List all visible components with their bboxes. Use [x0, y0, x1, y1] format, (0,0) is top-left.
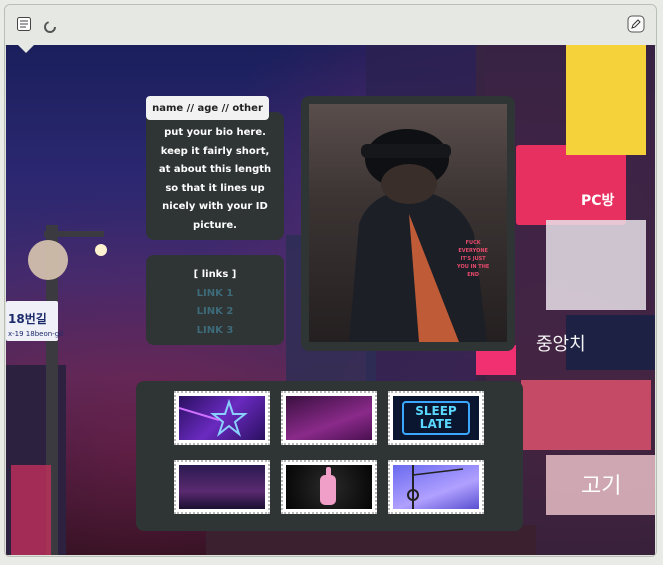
street-sign-main: 18번길 [8, 311, 47, 326]
link-3[interactable]: LINK 3 [146, 322, 284, 341]
shirt-print-line: FUCK [465, 240, 481, 246]
street-sign-sub: x-19 18beon-gil [8, 330, 63, 338]
bio-line: so that it lines up [165, 182, 265, 194]
sign-gogi: 고기 [581, 474, 621, 499]
sleep-late-sign: SLEEP LATE [402, 401, 470, 435]
profile-frame: PC방 중앙치 고기 18번길 x-19 18beon-gil name // … [4, 4, 657, 557]
gallery-stamp-3[interactable]: SLEEP LATE [388, 391, 484, 445]
gallery-stamp-2[interactable] [281, 391, 377, 445]
gallery-stamp-4[interactable] [174, 460, 270, 514]
shirt-print: FUCK EVERYONE IT'S JUST YOU IN THE END [457, 239, 489, 279]
link-2[interactable]: LINK 2 [146, 303, 284, 322]
sign-pc-bang: PC방 [581, 192, 615, 209]
bio-line: nicely with your ID [162, 201, 268, 212]
links-panel: [ links ] LINK 1 LINK 2 LINK 3 [146, 255, 284, 345]
name-tab: name // age // other [146, 96, 269, 120]
gallery-stamp-5[interactable] [281, 460, 377, 514]
bio-line: picture. [193, 219, 237, 231]
toolbar-caret [18, 45, 34, 53]
bio-line: put your bio here. [164, 127, 266, 138]
id-picture-panel: FUCK EVERYONE IT'S JUST YOU IN THE END [301, 96, 515, 351]
shirt-print-line: IT'S JUST [460, 256, 486, 262]
loading-spinner-icon [41, 18, 59, 36]
shirt-print-line: YOU IN THE [457, 264, 490, 270]
links-header: [ links ] [193, 269, 237, 280]
gallery-stamp-6[interactable] [388, 460, 484, 514]
gallery-panel: SLEEP LATE [136, 381, 523, 531]
toolbar [5, 5, 656, 46]
list-document-icon[interactable] [15, 15, 33, 33]
link-1[interactable]: LINK 1 [146, 285, 284, 304]
sign-jungang: 중앙치 [536, 334, 586, 355]
id-picture: FUCK EVERYONE IT'S JUST YOU IN THE END [309, 104, 507, 342]
bio-line: at about this length [158, 164, 272, 175]
pencil-edit-icon[interactable] [627, 15, 645, 33]
shirt-print-line: END [467, 272, 480, 278]
gallery-stamp-1[interactable] [174, 391, 270, 445]
shirt-print-line: EVERYONE [458, 248, 488, 254]
bio-line: keep it fairly short, [160, 145, 270, 157]
bio-panel: put your bio here. keep it fairly short,… [146, 112, 284, 240]
